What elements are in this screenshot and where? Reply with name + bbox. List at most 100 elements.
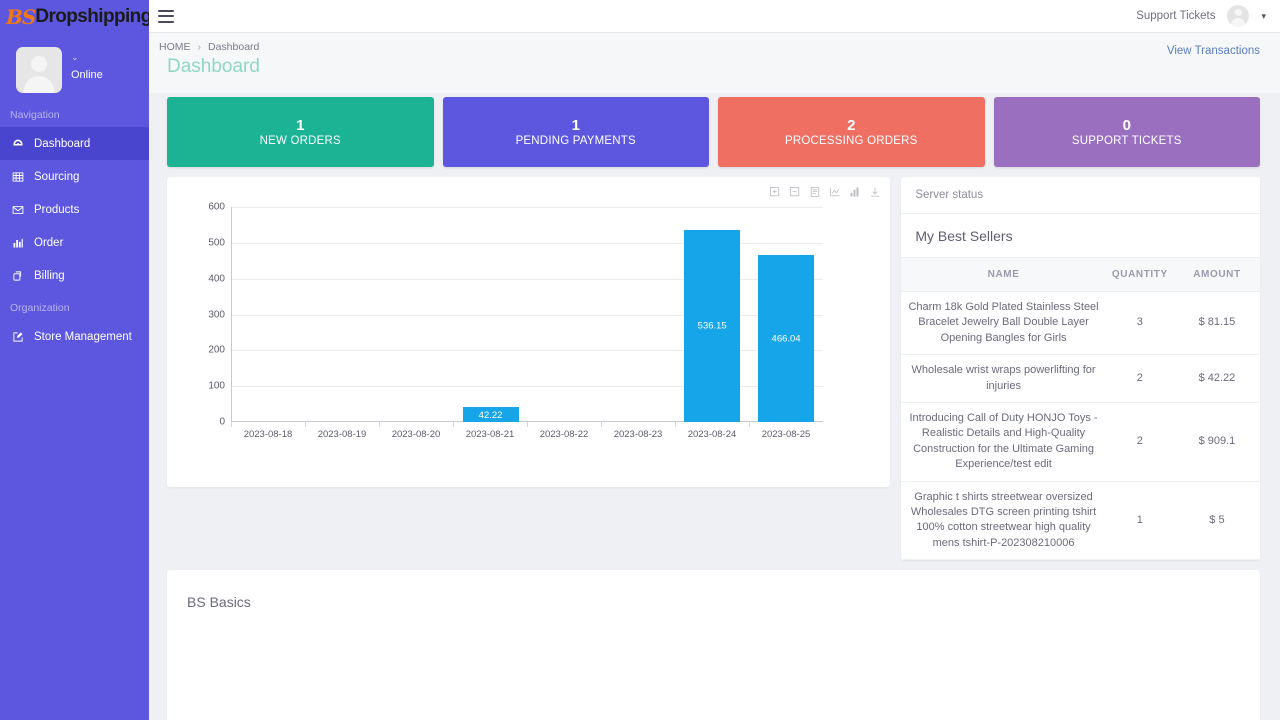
breadcrumb-separator: › xyxy=(197,41,202,53)
bar-chart: 600 500 400 300 200 100 0 42.22 536.15 4… xyxy=(167,202,891,462)
bar-value-label: 466.04 xyxy=(771,333,801,344)
x-tick: 2023-08-18 xyxy=(243,429,293,440)
hamburger-icon[interactable] xyxy=(158,9,174,23)
table-row[interactable]: Charm 18k Gold Plated Stainless Steel Br… xyxy=(901,291,1260,356)
chart-type-icon[interactable] xyxy=(849,185,861,203)
stat-card-processing-orders[interactable]: 2 PROCESSING ORDERS xyxy=(718,97,985,167)
copy-icon xyxy=(12,270,34,282)
profile-meta: ⌄ Online xyxy=(71,47,103,82)
table-row[interactable]: Introducing Call of Duty HONJO Toys - Re… xyxy=(901,402,1260,482)
avatar xyxy=(16,47,62,93)
sidebar-item-order[interactable]: Order xyxy=(0,226,149,259)
bar-slot: 42.22 xyxy=(454,207,528,422)
reset-zoom-icon[interactable] xyxy=(829,185,841,203)
sales-chart-panel: 600 500 400 300 200 100 0 42.22 536.15 4… xyxy=(167,177,891,487)
product-name: Wholesale wrist wraps powerlifting for i… xyxy=(901,354,1106,403)
stat-card-new-orders[interactable]: 1 NEW ORDERS xyxy=(167,97,434,167)
chevron-down-icon[interactable]: ⌄ xyxy=(71,53,103,62)
product-amount: $ 909.1 xyxy=(1173,402,1260,482)
bar[interactable]: 536.15 xyxy=(684,229,741,422)
breadcrumb-current: Dashboard xyxy=(208,41,260,53)
bs-basics-panel: BS Basics xyxy=(167,570,1260,720)
stat-card-pending-payments[interactable]: 1 PENDING PAYMENTS xyxy=(442,97,709,167)
y-tick: 0 xyxy=(219,416,225,428)
sidebar-item-label: Billing xyxy=(34,269,65,282)
sidebar-item-products[interactable]: Products xyxy=(0,193,149,226)
main-content: HOME › Dashboard Dashboard View Transact… xyxy=(149,33,1280,720)
view-transactions-link[interactable]: View Transactions xyxy=(1167,45,1260,57)
sidebar-item-label: Products xyxy=(34,203,80,216)
bar-series: 42.22 536.15 466.04 xyxy=(232,207,823,422)
brand-name: Dropshipping xyxy=(35,6,149,27)
column-header-name: NAME xyxy=(901,257,1106,292)
topbar: Support Tickets ▾ xyxy=(149,0,1280,33)
chart-toolbar xyxy=(769,185,881,203)
product-name: Charm 18k Gold Plated Stainless Steel Br… xyxy=(901,291,1106,356)
sidebar-item-dashboard[interactable]: Dashboard xyxy=(0,127,149,160)
panels-row: 600 500 400 300 200 100 0 42.22 536.15 4… xyxy=(149,167,1280,561)
stat-label: PROCESSING ORDERS xyxy=(785,135,918,148)
sidebar-item-sourcing[interactable]: Sourcing xyxy=(0,160,149,193)
product-amount: $ 42.22 xyxy=(1173,354,1260,403)
bar-chart-icon xyxy=(12,237,34,249)
bar[interactable]: 42.22 xyxy=(462,406,519,422)
table-row[interactable]: Wholesale wrist wraps powerlifting for i… xyxy=(901,354,1260,403)
sidebar-profile[interactable]: ⌄ Online xyxy=(0,33,149,105)
bar-slot xyxy=(528,207,602,422)
product-amount: $ 5 xyxy=(1173,481,1260,561)
x-tick: 2023-08-20 xyxy=(391,429,441,440)
stat-card-support-tickets[interactable]: 0 SUPPORT TICKETS xyxy=(993,97,1260,167)
user-avatar-icon[interactable] xyxy=(1227,5,1250,27)
sidebar-item-store-management[interactable]: Store Management xyxy=(0,320,149,353)
server-status-label: Server status xyxy=(901,177,1260,214)
y-tick: 500 xyxy=(208,237,225,249)
dashboard-icon xyxy=(12,138,34,150)
brand-logo[interactable]: BS Dropshipping xyxy=(0,0,149,33)
sidebar-item-billing[interactable]: Billing xyxy=(0,259,149,292)
selection-icon[interactable] xyxy=(809,185,821,203)
y-tick: 400 xyxy=(208,273,225,285)
page-header: HOME › Dashboard Dashboard View Transact… xyxy=(149,33,1280,93)
x-tick: 2023-08-23 xyxy=(613,429,663,440)
stat-label: NEW ORDERS xyxy=(259,135,341,148)
stat-value: 0 xyxy=(1122,116,1131,134)
best-sellers-panel: Server status My Best Sellers NAME QUANT… xyxy=(901,177,1260,561)
x-tick: 2023-08-19 xyxy=(317,429,367,440)
best-sellers-title: My Best Sellers xyxy=(915,228,1013,244)
bar[interactable]: 466.04 xyxy=(758,255,815,422)
support-tickets-link[interactable]: Support Tickets xyxy=(1136,10,1215,22)
x-tick: 2023-08-21 xyxy=(465,429,515,440)
bar-value-label: 536.15 xyxy=(697,320,727,332)
bs-basics-title: BS Basics xyxy=(187,594,251,611)
table-row[interactable]: Graphic t shirts streetwear oversized Wh… xyxy=(901,481,1260,561)
product-quantity: 3 xyxy=(1105,291,1174,356)
product-quantity: 2 xyxy=(1105,402,1174,482)
sidebar-item-label: Dashboard xyxy=(34,137,91,150)
zoom-out-icon[interactable] xyxy=(789,185,801,203)
x-axis-labels: 2023-08-18 2023-08-19 2023-08-20 2023-08… xyxy=(231,423,823,440)
bar-slot: 466.04 xyxy=(749,207,823,422)
bar-slot xyxy=(306,207,380,422)
download-icon[interactable] xyxy=(869,185,881,203)
x-tick: 2023-08-25 xyxy=(761,429,811,440)
best-sellers-table: NAME QUANTITY AMOUNT Charm 18k Gold Plat… xyxy=(901,257,1260,561)
y-tick: 300 xyxy=(208,309,225,320)
product-amount: $ 81.15 xyxy=(1173,291,1260,356)
profile-status: Online xyxy=(71,69,103,81)
product-quantity: 1 xyxy=(1105,481,1174,561)
topbar-actions: Support Tickets ▾ xyxy=(1136,5,1280,27)
envelope-icon xyxy=(12,204,34,216)
stat-cards: 1 NEW ORDERS 1 PENDING PAYMENTS 2 PROCES… xyxy=(149,93,1280,167)
column-header-amount: AMOUNT xyxy=(1173,257,1260,292)
chevron-down-icon[interactable]: ▾ xyxy=(1261,11,1266,22)
bar-slot xyxy=(601,207,675,422)
zoom-in-icon[interactable] xyxy=(769,185,781,203)
sidebar-item-label: Store Management xyxy=(34,330,132,343)
y-axis-labels: 600 500 400 300 200 100 0 xyxy=(185,202,225,428)
stat-value: 1 xyxy=(571,116,580,134)
bar-slot xyxy=(380,207,454,422)
bar-value-label: 42.22 xyxy=(478,409,503,421)
breadcrumb-home[interactable]: HOME xyxy=(159,41,191,53)
bar-slot xyxy=(232,207,306,422)
table-header-row: NAME QUANTITY AMOUNT xyxy=(901,257,1260,292)
